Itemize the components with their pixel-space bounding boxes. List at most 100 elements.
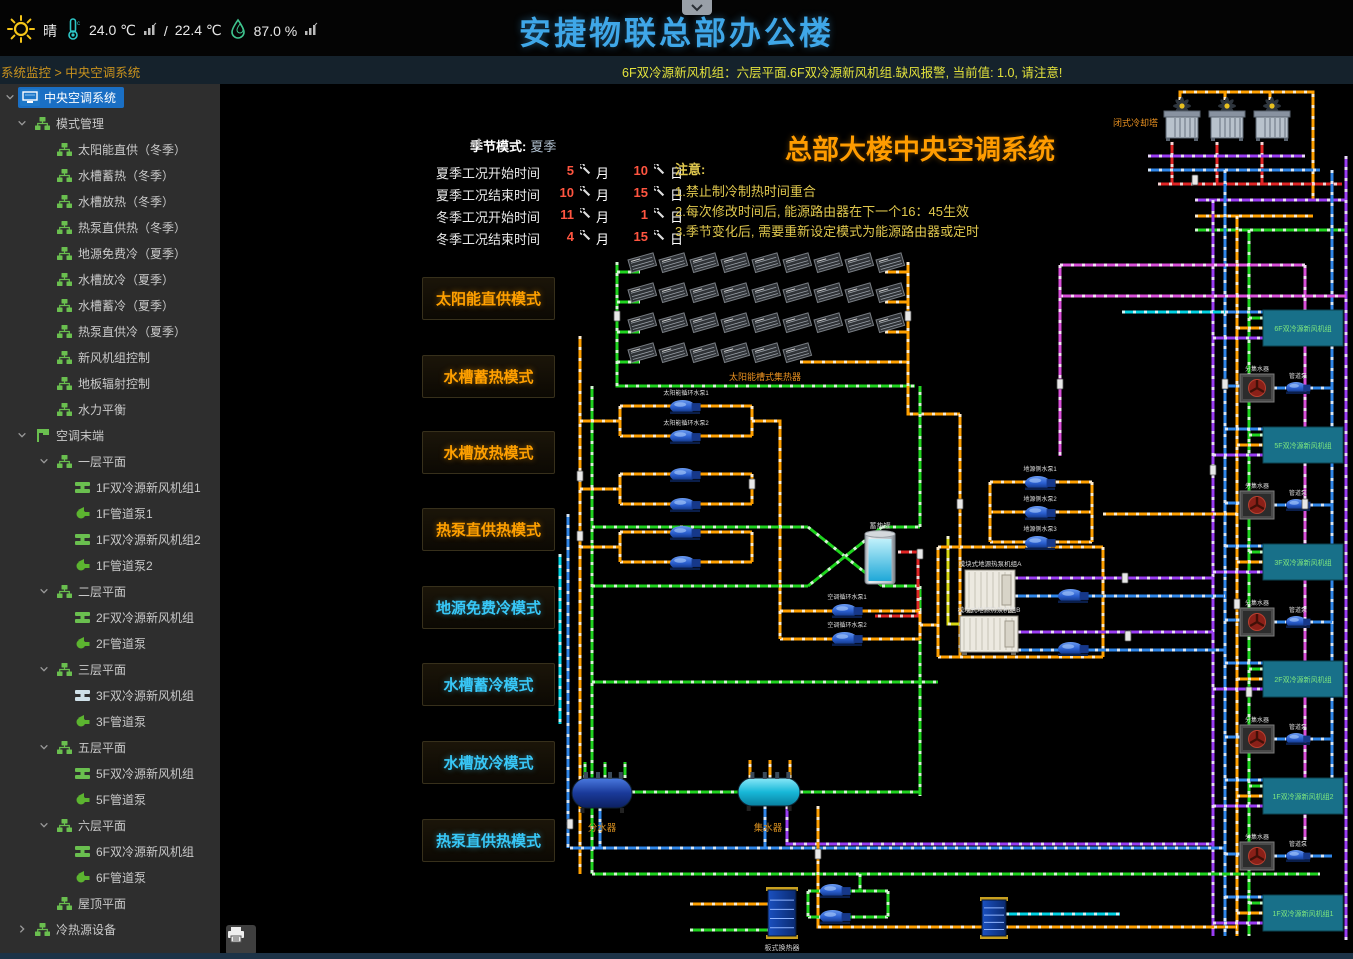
collapse-header-tab[interactable] — [682, 0, 712, 15]
tree-item-4[interactable]: 水槽放热（冬季） — [0, 188, 220, 214]
tree-item-19[interactable]: 二层平面 — [0, 578, 220, 604]
tree-item-25[interactable]: 五层平面 — [0, 734, 220, 760]
schedule-label: 夏季工况开始时间 — [436, 163, 540, 182]
svg-text:3F双冷源新风机组: 3F双冷源新风机组 — [1274, 558, 1331, 567]
tree-item-18[interactable]: 1F管道泵2 — [0, 552, 220, 578]
tree-item-3[interactable]: 水槽蓄热（冬季） — [0, 162, 220, 188]
chevron-down-icon[interactable] — [2, 92, 18, 102]
tree-item-label: 二层平面 — [78, 583, 126, 600]
month-unit: 月 — [596, 163, 609, 182]
monitor-icon — [20, 89, 40, 106]
ahu-pale-icon — [72, 689, 92, 702]
ahu-icon — [72, 533, 92, 546]
ahu-unit-0[interactable]: 6F双冷源新风机组 — [1263, 310, 1343, 346]
tree-item-21[interactable]: 2F管道泵 — [0, 630, 220, 656]
tree-item-7[interactable]: 水槽放冷（夏季） — [0, 266, 220, 292]
tree-item-1[interactable]: 模式管理 — [0, 110, 220, 136]
tree-item-label: 2F管道泵 — [96, 635, 146, 652]
chevron-down-icon[interactable] — [36, 664, 52, 674]
tree-item-13[interactable]: 空调末端 — [0, 422, 220, 448]
tree-item-label: 中央空调系统 — [44, 89, 116, 106]
tree-item-label: 2F双冷源新风机组 — [96, 609, 194, 626]
tree-item-27[interactable]: 5F管道泵 — [0, 786, 220, 812]
mode-button-3[interactable]: 热泵直供热模式 — [422, 508, 555, 551]
tree-item-11[interactable]: 地板辐射控制 — [0, 370, 220, 396]
tree-item-label: 热泵直供冷（夏季） — [78, 323, 186, 340]
tree-item-29[interactable]: 6F双冷源新风机组 — [0, 838, 220, 864]
ahu-unit-3[interactable]: 2F双冷源新风机组 — [1263, 661, 1343, 697]
schedule-row-0: 夏季工况开始时间5月10日 — [436, 160, 686, 182]
chevron-down-icon[interactable] — [14, 118, 30, 128]
tree-item-label: 五层平面 — [78, 739, 126, 756]
schedule-month-value[interactable]: 10 — [548, 185, 574, 200]
month-unit: 月 — [596, 185, 609, 204]
sitemap-icon — [54, 741, 74, 754]
mode-button-4[interactable]: 地源免费冷模式 — [422, 586, 555, 629]
tree-item-label: 一层平面 — [78, 453, 126, 470]
pump-icon — [72, 636, 92, 650]
chevron-down-icon[interactable] — [36, 456, 52, 466]
sitemap-icon — [54, 585, 74, 598]
tree-item-2[interactable]: 太阳能直供（冬季） — [0, 136, 220, 162]
ahu-unit-4[interactable]: 1F双冷源新风机组2 — [1263, 778, 1343, 814]
schedule-day-value[interactable]: 1 — [622, 207, 648, 222]
tree-item-8[interactable]: 水槽蓄冷（夏季） — [0, 292, 220, 318]
mode-button-1[interactable]: 水槽蓄热模式 — [422, 355, 555, 398]
ahu-unit-1[interactable]: 5F双冷源新风机组 — [1263, 427, 1343, 463]
tree-item-20[interactable]: 2F双冷源新风机组 — [0, 604, 220, 630]
svg-text:管道泵: 管道泵 — [1289, 723, 1307, 731]
mode-button-6[interactable]: 水槽放冷模式 — [422, 741, 555, 784]
ahu-unit-5[interactable]: 1F双冷源新风机组1 — [1263, 895, 1343, 931]
mode-button-5[interactable]: 水槽蓄冷模式 — [422, 663, 555, 706]
print-button[interactable] — [226, 925, 256, 955]
mode-button-2[interactable]: 水槽放热模式 — [422, 431, 555, 474]
mode-button-0[interactable]: 太阳能直供模式 — [422, 277, 555, 320]
tree-item-6[interactable]: 地源免费冷（夏季） — [0, 240, 220, 266]
schedule-row-3: 冬季工况结束时间4月15日 — [436, 226, 686, 248]
schedule-month-value[interactable]: 11 — [548, 207, 574, 222]
schedule-day-value[interactable]: 15 — [622, 229, 648, 244]
tree-item-9[interactable]: 热泵直供冷（夏季） — [0, 318, 220, 344]
tree-item-0[interactable]: 中央空调系统 — [0, 84, 220, 110]
tree-item-32[interactable]: 冷热源设备 — [0, 916, 220, 942]
schedule-month-value[interactable]: 4 — [548, 229, 574, 244]
tree-item-label: 屋顶平面 — [78, 895, 126, 912]
chevron-right-icon[interactable] — [14, 924, 30, 934]
tree-item-12[interactable]: 水力平衡 — [0, 396, 220, 422]
tree-item-15[interactable]: 1F双冷源新风机组1 — [0, 474, 220, 500]
tree-item-5[interactable]: 热泵直供热（冬季） — [0, 214, 220, 240]
ahu-unit-2[interactable]: 3F双冷源新风机组 — [1263, 544, 1343, 580]
svg-text:蓄热罐: 蓄热罐 — [870, 521, 891, 530]
chevron-down-icon[interactable] — [14, 430, 30, 440]
note-2: 3.季节变化后, 需要重新设定模式为能源路由器或定时 — [675, 222, 1075, 242]
schedule-day-value[interactable]: 10 — [622, 163, 648, 178]
svg-text:6F双冷源新风机组: 6F双冷源新风机组 — [1274, 324, 1331, 333]
tree-item-23[interactable]: 3F双冷源新风机组 — [0, 682, 220, 708]
svg-text:分集水器: 分集水器 — [1245, 599, 1269, 607]
schedule-day-value[interactable]: 15 — [622, 185, 648, 200]
schedule-label: 夏季工况结束时间 — [436, 185, 540, 204]
tree-item-17[interactable]: 1F双冷源新风机组2 — [0, 526, 220, 552]
svg-text:分集水器: 分集水器 — [1245, 833, 1269, 841]
chevron-down-icon[interactable] — [36, 586, 52, 596]
sitemap-icon — [54, 455, 74, 468]
svg-text:管道泵: 管道泵 — [1289, 606, 1307, 614]
tree-item-31[interactable]: 屋顶平面 — [0, 890, 220, 916]
tree-item-30[interactable]: 6F管道泵 — [0, 864, 220, 890]
tree-item-26[interactable]: 5F双冷源新风机组 — [0, 760, 220, 786]
schedule-month-value[interactable]: 5 — [548, 163, 574, 178]
mode-button-7[interactable]: 热泵直供热模式 — [422, 819, 555, 862]
chevron-down-icon[interactable] — [36, 742, 52, 752]
tree-item-22[interactable]: 三层平面 — [0, 656, 220, 682]
signal-icon — [470, 136, 482, 148]
notes-panel: 注意:1.禁止制冷制热时间重合2.每次修改时间后, 能源路由器在下一个16：45… — [675, 160, 1075, 242]
tree-item-14[interactable]: 一层平面 — [0, 448, 220, 474]
sitemap-icon — [54, 143, 74, 156]
tree-item-10[interactable]: 新风机组控制 — [0, 344, 220, 370]
sitemap-icon — [54, 351, 74, 364]
chevron-down-icon[interactable] — [36, 820, 52, 830]
tree-item-24[interactable]: 3F管道泵 — [0, 708, 220, 734]
tree-item-28[interactable]: 六层平面 — [0, 812, 220, 838]
tree-item-16[interactable]: 1F管道泵1 — [0, 500, 220, 526]
breadcrumb[interactable]: 系统监控 > 中央空调系统 — [1, 62, 140, 81]
